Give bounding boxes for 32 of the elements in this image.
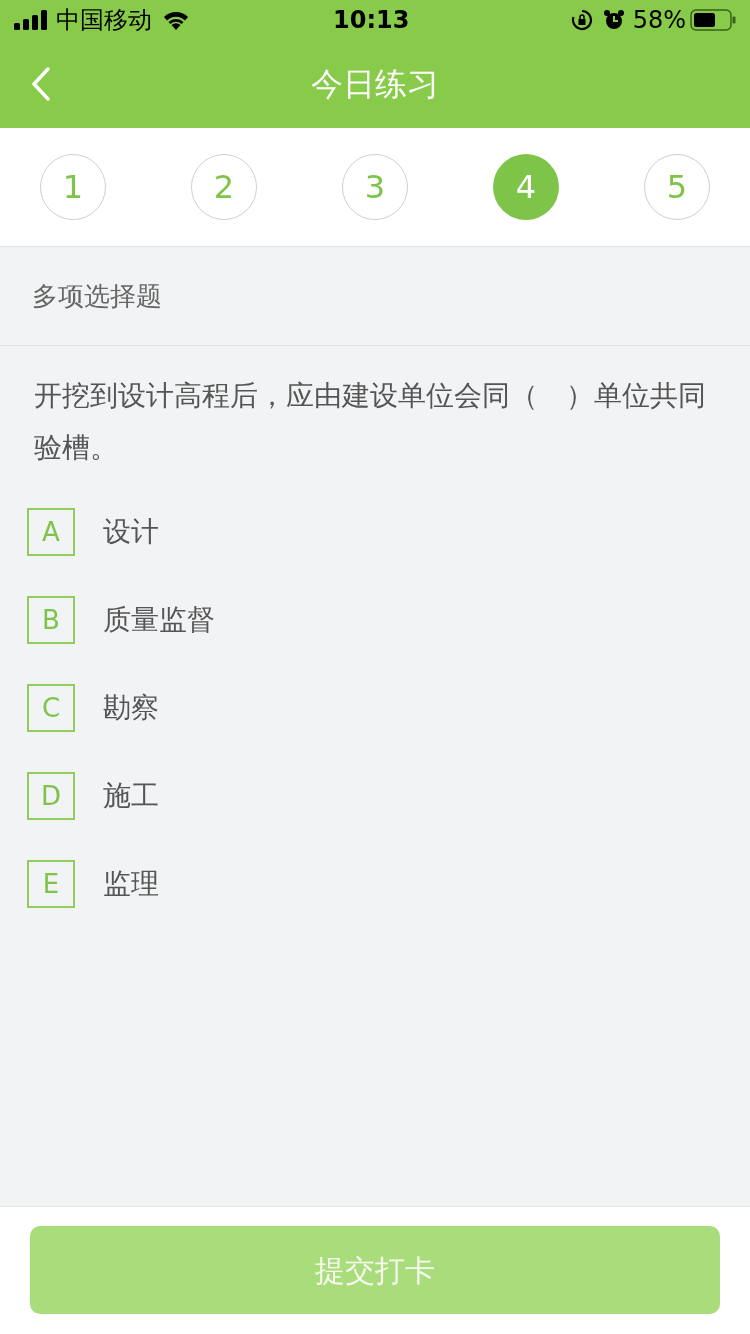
question-number-tab[interactable]: 2 [191, 154, 257, 220]
option-letter: A [27, 508, 75, 556]
answer-option[interactable]: B 质量监督 [0, 576, 750, 664]
question-type-label: 多项选择题 [32, 279, 162, 313]
question-number-tab[interactable]: 5 [644, 154, 710, 220]
option-text: 质量监督 [103, 602, 215, 638]
battery-icon [690, 9, 736, 31]
alarm-icon [602, 9, 625, 31]
option-text: 设计 [103, 514, 159, 550]
option-letter: D [27, 772, 75, 820]
question-number-tab[interactable]: 4 [493, 154, 559, 220]
wifi-icon [162, 10, 190, 30]
answer-option[interactable]: C 勘察 [0, 664, 750, 752]
signal-icon [14, 10, 48, 30]
answer-option[interactable]: E 监理 [0, 840, 750, 928]
question-text: 开挖到设计高程后，应由建设单位会同（ ）单位共同验槽。 [34, 378, 707, 466]
option-text: 施工 [103, 778, 159, 814]
answer-option[interactable]: D 施工 [0, 752, 750, 840]
battery-percent: 58% [632, 8, 686, 32]
question-number-tab[interactable]: 1 [40, 154, 106, 220]
rotation-lock-icon [570, 9, 593, 31]
page-title: 今日练习 [311, 64, 439, 105]
answer-option[interactable]: A 设计 [0, 488, 750, 576]
back-icon [31, 67, 51, 101]
question-number-tab[interactable]: 3 [342, 154, 408, 220]
clock-time: 10:13 [333, 8, 410, 32]
option-text: 勘察 [103, 690, 159, 726]
option-letter: E [27, 860, 75, 908]
option-letter: B [27, 596, 75, 644]
option-letter: C [27, 684, 75, 732]
option-text: 监理 [103, 866, 159, 902]
carrier-name: 中国移动 [56, 8, 152, 32]
